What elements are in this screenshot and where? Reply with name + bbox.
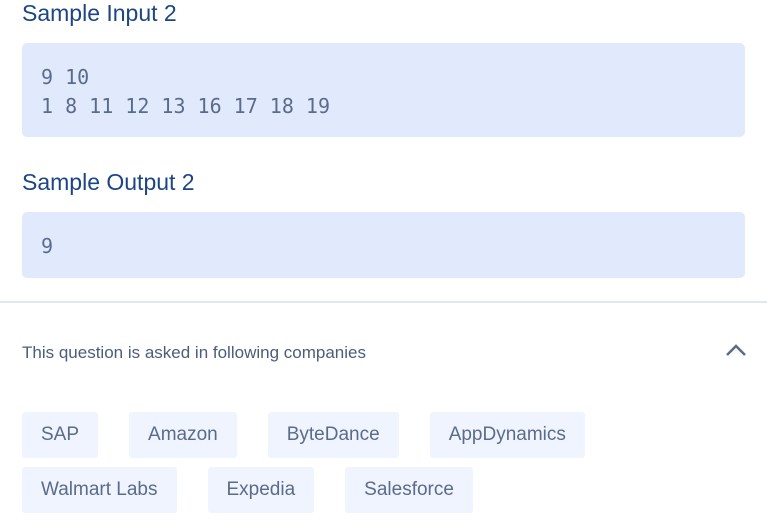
company-tags: SAP Amazon ByteDance AppDynamics Walmart…	[22, 412, 642, 513]
company-tag[interactable]: SAP	[22, 412, 99, 458]
company-tag[interactable]: ByteDance	[267, 412, 399, 458]
sample-output-code: 9	[22, 212, 745, 278]
chevron-up-icon[interactable]	[724, 340, 748, 360]
company-tag[interactable]: Amazon	[129, 412, 237, 458]
companies-label: This question is asked in following comp…	[22, 343, 366, 362]
divider	[0, 301, 767, 303]
company-tag[interactable]: Walmart Labs	[22, 467, 177, 513]
sample-input-title: Sample Input 2	[22, 0, 177, 26]
company-tag[interactable]: Expedia	[207, 467, 315, 513]
company-tag[interactable]: AppDynamics	[429, 412, 585, 458]
sample-output-title: Sample Output 2	[22, 169, 195, 195]
company-tag[interactable]: Salesforce	[345, 467, 473, 513]
sample-input-code: 9 10 1 8 11 12 13 16 17 18 19	[22, 43, 745, 137]
